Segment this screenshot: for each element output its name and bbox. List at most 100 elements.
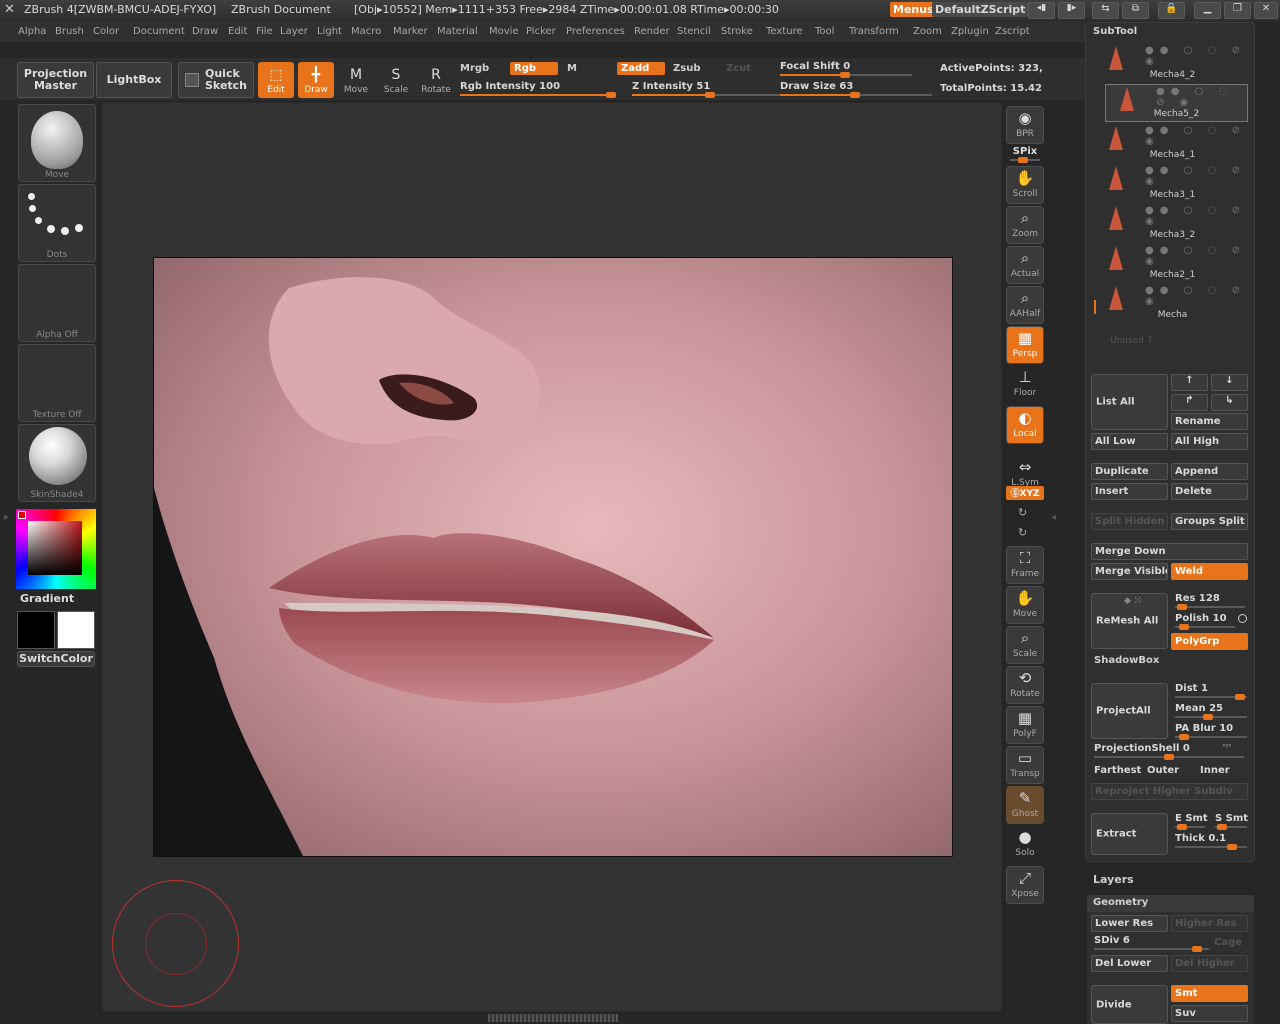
gradient-label[interactable]: Gradient: [20, 592, 74, 605]
z-intensity-handle[interactable]: [705, 92, 716, 98]
res-slider[interactable]: [1175, 604, 1245, 610]
menu-render[interactable]: Render: [634, 26, 670, 37]
subtool-item[interactable]: ●● ○ ◌ ⊘ ◉ Mecha2_1: [1095, 244, 1250, 282]
menu-brush[interactable]: Brush: [55, 26, 84, 37]
material-thumbnail[interactable]: SkinShade4: [18, 424, 96, 502]
shelf-scroll-button[interactable]: ✋ Scroll: [1006, 166, 1044, 204]
s-smt-slider[interactable]: [1215, 824, 1247, 830]
del-higher-button[interactable]: Del Higher: [1171, 955, 1248, 972]
shelf-actual-button[interactable]: ⌕ Actual: [1006, 246, 1044, 284]
mean-slider-handle[interactable]: [1203, 714, 1213, 720]
spix-handle[interactable]: [1018, 157, 1028, 163]
menu-zscript[interactable]: Zscript: [995, 26, 1030, 37]
move-up-button[interactable]: ↑: [1171, 374, 1208, 391]
menu-stencil[interactable]: Stencil: [677, 26, 711, 37]
menu-macro[interactable]: Macro: [351, 26, 381, 37]
menu-material[interactable]: Material: [437, 26, 478, 37]
inner-button[interactable]: Inner: [1200, 765, 1230, 776]
lower-res-button[interactable]: Lower Res: [1091, 915, 1168, 932]
thick-handle[interactable]: [1227, 844, 1237, 850]
subtool-visibility-icons[interactable]: ●● ○ ◌ ⊘ ◉: [1145, 205, 1250, 227]
subtool-item[interactable]: ●● ○ ◌ ⊘ ◉ Mecha3_1: [1095, 164, 1250, 202]
menu-picker[interactable]: Picker: [526, 26, 556, 37]
shelf-move-button[interactable]: ✋ Move: [1006, 586, 1044, 624]
divide-button[interactable]: Divide: [1091, 985, 1168, 1024]
color-square[interactable]: [28, 521, 82, 575]
menu-stroke[interactable]: Stroke: [721, 26, 753, 37]
sdiv-handle[interactable]: [1192, 946, 1202, 952]
polygrp-toggle[interactable]: PolyGrp: [1171, 633, 1248, 650]
stroke-thumbnail[interactable]: Dots: [18, 184, 96, 262]
shelf-persp-button[interactable]: ▦ Persp: [1006, 326, 1044, 364]
polish-slider[interactable]: [1175, 624, 1235, 630]
rename-button[interactable]: Rename: [1171, 413, 1248, 430]
menu-zoom[interactable]: Zoom: [913, 26, 942, 37]
groups-split-button[interactable]: Groups Split: [1171, 513, 1248, 530]
alpha-thumbnail[interactable]: Alpha Off: [18, 264, 96, 342]
farthest-button[interactable]: Farthest: [1094, 765, 1142, 776]
bottom-shelf-handle[interactable]: [488, 1014, 618, 1022]
subtool-item[interactable]: ●● ○ ◌ ⊘ ◉ Mecha4_2: [1095, 44, 1250, 82]
sym-rotate-icon-2[interactable]: ↻: [1018, 526, 1027, 539]
color-picker[interactable]: [16, 509, 96, 589]
menu-zplugin[interactable]: Zplugin: [951, 26, 989, 37]
tool-rotate-button[interactable]: R Rotate: [418, 62, 454, 98]
duplicate-button[interactable]: Duplicate: [1091, 463, 1168, 480]
pa-blur-slider-handle[interactable]: [1179, 734, 1189, 740]
subtool-visibility-icons[interactable]: ●● ○ ◌ ⊘ ◉: [1145, 285, 1250, 307]
higher-res-button[interactable]: Higher Res: [1171, 915, 1248, 932]
rgb-intensity-handle[interactable]: [606, 92, 616, 98]
tool-move-button[interactable]: M Move: [338, 62, 374, 98]
default-zscript[interactable]: DefaultZScript: [932, 2, 1029, 17]
menu-alpha[interactable]: Alpha: [18, 26, 46, 37]
tool-edit-button[interactable]: ⬚ Edit: [258, 62, 294, 98]
maximize-icon[interactable]: ❐: [1224, 2, 1251, 19]
rgb-intensity-slider[interactable]: [460, 92, 616, 98]
shelf-transp-button[interactable]: ▭ Transp: [1006, 746, 1044, 784]
shelf-xyz-button[interactable]: ⓈXYZ: [1006, 486, 1044, 500]
secondary-color-swatch[interactable]: [57, 611, 95, 649]
dist-slider[interactable]: [1175, 694, 1247, 700]
arrow-right-up-icon[interactable]: ↱: [1171, 394, 1208, 411]
shelf-solo-button[interactable]: ● Solo: [1006, 826, 1044, 864]
zadd-toggle[interactable]: Zadd: [617, 62, 665, 75]
s-smt-handle[interactable]: [1217, 824, 1227, 830]
tool-scale-button[interactable]: S Scale: [378, 62, 414, 98]
subtool-visibility-icons[interactable]: ●● ○ ◌ ⊘ ◉: [1145, 45, 1250, 67]
shelf-spix-button[interactable]: SPix: [1006, 146, 1044, 163]
menu-draw[interactable]: Draw: [192, 26, 218, 37]
shelf-aahalf-button[interactable]: ⌕ AAHalf: [1006, 286, 1044, 324]
merge-visible-button[interactable]: Merge Visible: [1091, 563, 1168, 580]
zcut-toggle[interactable]: Zcut: [722, 62, 755, 75]
e-smt-handle[interactable]: [1177, 824, 1187, 830]
subtool-title[interactable]: SubTool: [1093, 26, 1137, 37]
switch-color-button[interactable]: SwitchColor: [17, 651, 95, 667]
shelf-floor-button[interactable]: ⊥ Floor: [1006, 366, 1044, 404]
menu-marker[interactable]: Marker: [393, 26, 428, 37]
subtool-visibility-icons[interactable]: ●● ○ ◌ ⊘ ◉: [1145, 245, 1250, 267]
suv-toggle[interactable]: Suv: [1171, 1005, 1248, 1022]
close-icon[interactable]: ✕: [1254, 2, 1278, 19]
project-all-button[interactable]: ProjectAll: [1091, 683, 1168, 739]
menu-preferences[interactable]: Preferences: [566, 26, 625, 37]
menu-transform[interactable]: Transform: [849, 26, 899, 37]
layout-right-icon[interactable]: ⧉: [1122, 2, 1149, 19]
texture-thumbnail[interactable]: Texture Off: [18, 344, 96, 422]
del-lower-button[interactable]: Del Lower: [1091, 955, 1168, 972]
merge-down-button[interactable]: Merge Down: [1091, 543, 1248, 560]
brush-thumbnail[interactable]: Move: [18, 104, 96, 182]
polish-slider-handle[interactable]: [1179, 624, 1189, 630]
append-button[interactable]: Append: [1171, 463, 1248, 480]
shelf-scale-button[interactable]: ⌕ Scale: [1006, 626, 1044, 664]
thick-slider[interactable]: [1175, 844, 1247, 850]
split-hidden-button[interactable]: Split Hidden: [1091, 513, 1168, 530]
extract-button[interactable]: Extract: [1091, 813, 1168, 855]
draw-size-handle[interactable]: [850, 92, 860, 98]
smt-toggle[interactable]: Smt: [1171, 985, 1248, 1002]
face-render[interactable]: [153, 257, 953, 857]
tool-draw-button[interactable]: ╋ Draw: [298, 62, 334, 98]
right-shelf-collapse-icon[interactable]: ◂: [1051, 512, 1056, 523]
outer-button[interactable]: Outer: [1147, 765, 1179, 776]
mrgb-toggle[interactable]: Mrgb: [456, 62, 493, 75]
zbrush-logo-icon[interactable]: ✕: [4, 2, 15, 17]
